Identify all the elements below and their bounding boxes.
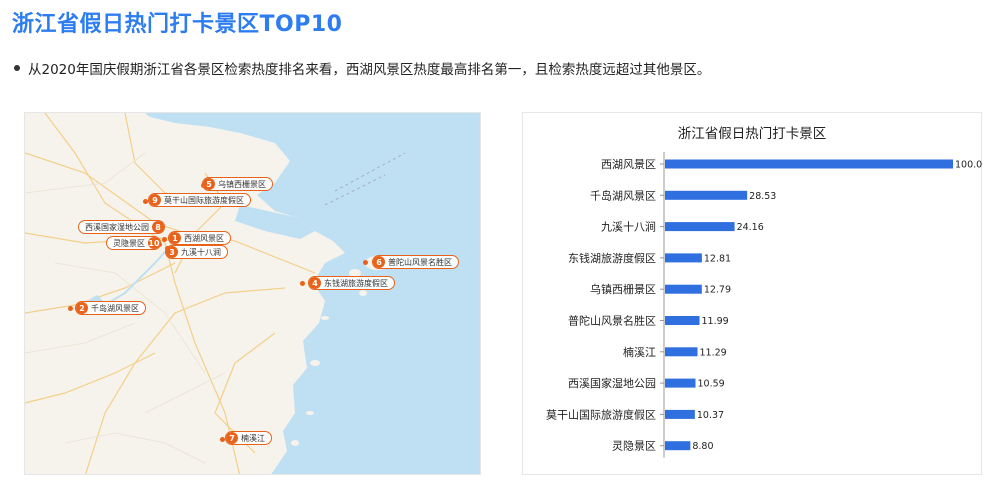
map-marker-lingyin[interactable]: 10 灵隐景区 — [106, 236, 161, 250]
bar[interactable] — [665, 222, 735, 232]
bar[interactable] — [665, 347, 698, 357]
marker-rank: 6 — [373, 256, 385, 268]
marker-rank: 7 — [226, 432, 238, 444]
marker-label: 东钱湖旅游度假区 — [324, 278, 388, 288]
value-label: 12.79 — [704, 285, 731, 296]
pin-2 — [68, 306, 73, 311]
map-canvas — [25, 113, 480, 474]
marker-label: 西溪国家湿地公园 — [85, 222, 149, 232]
map-marker-xihu[interactable]: 1 西湖风景区 — [168, 231, 231, 245]
category-label: 莫干山国际旅游度假区 — [546, 407, 656, 421]
marker-label: 灵隐景区 — [113, 238, 145, 248]
category-label: 东钱湖旅游度假区 — [568, 251, 656, 265]
marker-rank: 5 — [203, 178, 215, 190]
category-label: 九溪十八涧 — [601, 220, 656, 234]
bar-chart-panel: 浙江省假日热门打卡景区 西湖风景区100.00千岛湖风景区28.53九溪十八涧2… — [522, 112, 983, 475]
marker-rank: 3 — [166, 246, 178, 258]
map-marker-dongqianhu[interactable]: 4 东钱湖旅游度假区 — [308, 276, 395, 290]
value-label: 12.81 — [704, 253, 731, 264]
value-label: 24.16 — [737, 222, 764, 233]
value-label: 8.80 — [692, 441, 713, 452]
map-marker-nanxijiang[interactable]: 7 楠溪江 — [225, 431, 272, 445]
map-marker-jiuxi[interactable]: 3 九溪十八涧 — [165, 245, 228, 259]
marker-label: 普陀山风景名胜区 — [388, 257, 452, 267]
pin-6 — [363, 260, 368, 265]
sea-area — [145, 113, 480, 474]
bar[interactable] — [665, 316, 700, 325]
marker-rank: 1 — [169, 232, 181, 244]
marker-label: 千岛湖风景区 — [91, 303, 139, 313]
bar[interactable] — [665, 190, 748, 200]
marker-label: 九溪十八涧 — [181, 247, 221, 257]
map-marker-qiandaohu[interactable]: 2 千岛湖风景区 — [75, 301, 146, 315]
marker-label: 楠溪江 — [241, 433, 265, 443]
bar[interactable] — [665, 441, 691, 451]
pin-1 — [162, 237, 167, 242]
pin-4 — [300, 281, 305, 286]
marker-label: 乌镇西栅景区 — [218, 179, 266, 189]
island — [359, 290, 367, 296]
summary-bullet: 从2020年国庆假期浙江省各景区检索热度排名来看，西湖风景区热度最高排名第一，且… — [12, 58, 710, 78]
category-label: 西湖风景区 — [601, 158, 656, 171]
marker-label: 西湖风景区 — [184, 233, 224, 243]
summary-text: 从2020年国庆假期浙江省各景区检索热度排名来看，西湖风景区热度最高排名第一，且… — [28, 62, 711, 78]
category-label: 灵隐景区 — [612, 440, 656, 453]
category-label: 西溪国家湿地公园 — [568, 376, 656, 390]
map-marker-xixi[interactable]: 8 西溪国家湿地公园 — [78, 220, 165, 234]
marker-rank: 4 — [309, 277, 321, 289]
page-title: 浙江省假日热门打卡景区TOP10 — [12, 12, 343, 37]
category-label: 普陀山风景名胜区 — [568, 314, 656, 328]
value-label: 11.29 — [700, 347, 727, 358]
zhejiang-map: 5 乌镇西栅景区 9 莫干山国际旅游度假区 8 西溪国家湿地公园 1 西湖风景区… — [24, 112, 481, 475]
island — [310, 360, 320, 366]
marker-rank: 2 — [76, 302, 88, 314]
value-label: 10.37 — [697, 410, 724, 421]
bar[interactable] — [665, 409, 695, 419]
marker-rank: 8 — [152, 221, 164, 233]
value-label: 28.53 — [749, 191, 776, 202]
value-label: 11.99 — [702, 316, 729, 327]
map-marker-wuzhen[interactable]: 5 乌镇西栅景区 — [202, 177, 273, 191]
roads — [25, 113, 316, 474]
marker-rank: 10 — [148, 237, 160, 249]
value-label: 100.00 — [955, 160, 983, 171]
marker-label: 莫干山国际旅游度假区 — [164, 195, 244, 205]
category-label: 楠溪江 — [623, 345, 656, 359]
bar[interactable] — [665, 253, 702, 263]
island — [291, 440, 299, 446]
bar[interactable] — [665, 159, 953, 169]
category-label: 乌镇西栅景区 — [590, 282, 656, 296]
map-marker-moganshan[interactable]: 9 莫干山国际旅游度假区 — [148, 193, 251, 207]
value-label: 10.59 — [697, 379, 724, 390]
bar-chart: 西湖风景区 100.00 千岛湖风景区 28.53 九溪十八涧 24.16 东钱湖旅游度假区… — [546, 152, 983, 458]
island — [306, 411, 314, 415]
bullet-dot — [14, 65, 20, 71]
bar[interactable] — [665, 378, 696, 388]
map-marker-putuoshan[interactable]: 6 普陀山风景名胜区 — [372, 255, 459, 269]
bar[interactable] — [665, 284, 702, 294]
island — [321, 316, 329, 320]
category-label: 千岛湖风景区 — [590, 188, 656, 202]
marker-rank: 9 — [149, 194, 161, 206]
